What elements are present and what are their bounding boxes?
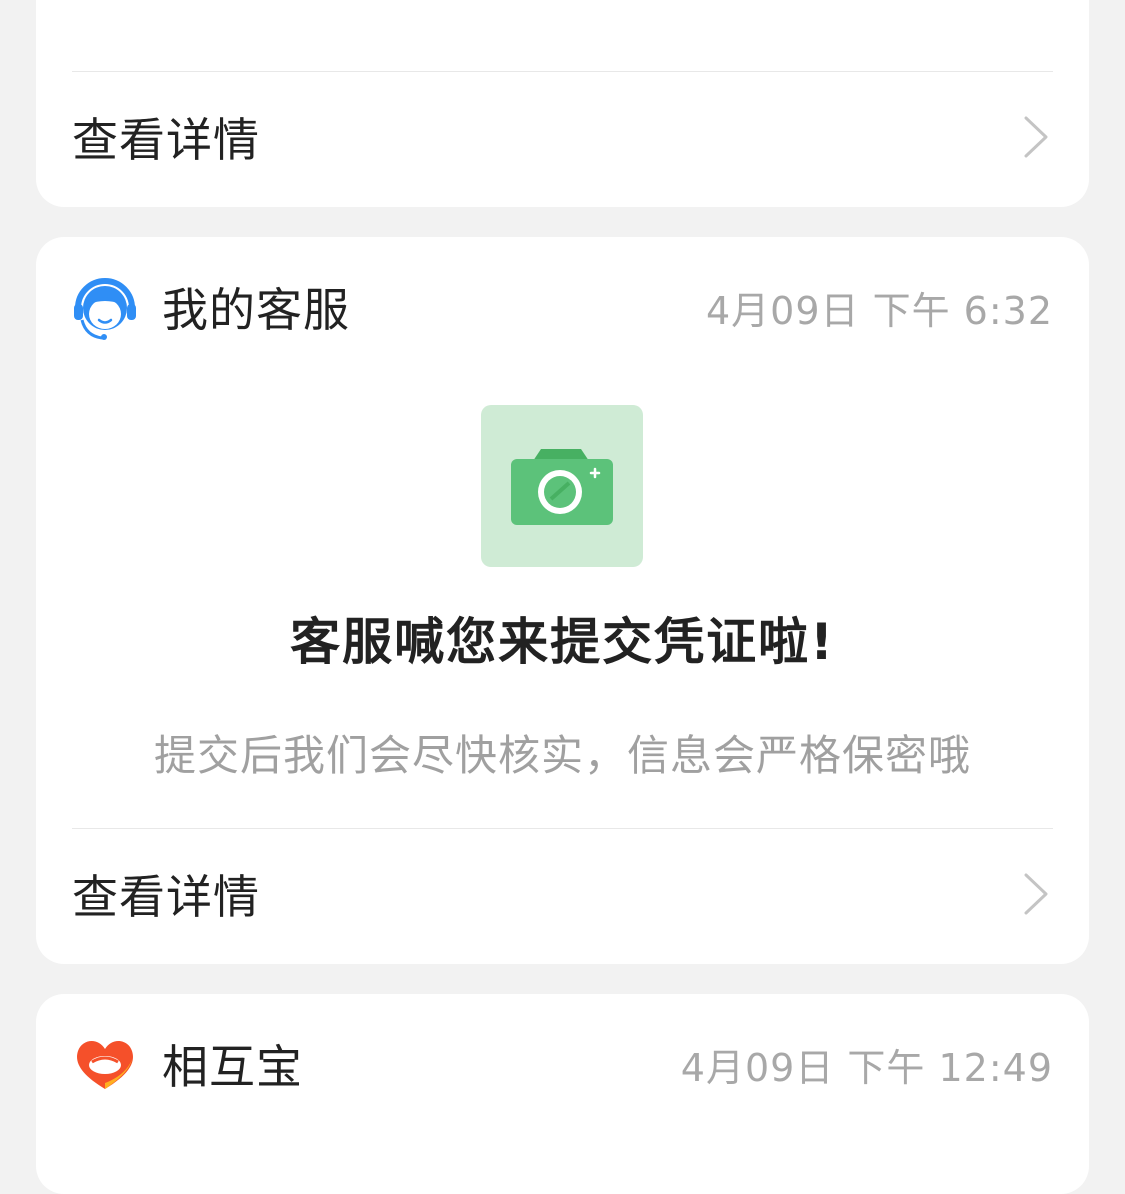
message-headline: 客服喊您来提交凭证啦!	[290, 613, 835, 671]
view-details-row[interactable]: 查看详情	[72, 849, 1053, 939]
view-details-row[interactable]: 查看详情	[72, 92, 1053, 182]
card-header: 相互宝 4月09日 下午 12:49	[72, 1024, 1053, 1104]
message-card-customer-service[interactable]: 我的客服 4月09日 下午 6:32 客服喊您来提交凭证啦! 提交后我们会尽快核…	[36, 237, 1089, 964]
message-card-top: 查看详情	[36, 0, 1089, 207]
chevron-right-icon	[1021, 872, 1051, 916]
view-details-label: 查看详情	[72, 113, 260, 167]
view-details-label: 查看详情	[72, 870, 260, 924]
camera-icon	[481, 405, 643, 567]
customer-service-icon	[72, 274, 138, 340]
message-timestamp: 4月09日 下午 12:49	[680, 1045, 1053, 1090]
chevron-right-icon	[1021, 115, 1051, 159]
sender-name: 我的客服	[162, 283, 350, 337]
sender-name: 相互宝	[162, 1040, 303, 1094]
message-card-xianghubao[interactable]: 相互宝 4月09日 下午 12:49	[36, 994, 1089, 1194]
card-header: 我的客服 4月09日 下午 6:32	[72, 267, 1053, 347]
card-divider	[72, 828, 1053, 829]
card-divider	[72, 71, 1053, 72]
message-timestamp: 4月09日 下午 6:32	[705, 288, 1053, 333]
xianghubao-logo-icon	[72, 1031, 138, 1097]
message-subtext: 提交后我们会尽快核实，信息会严格保密哦	[153, 731, 971, 780]
